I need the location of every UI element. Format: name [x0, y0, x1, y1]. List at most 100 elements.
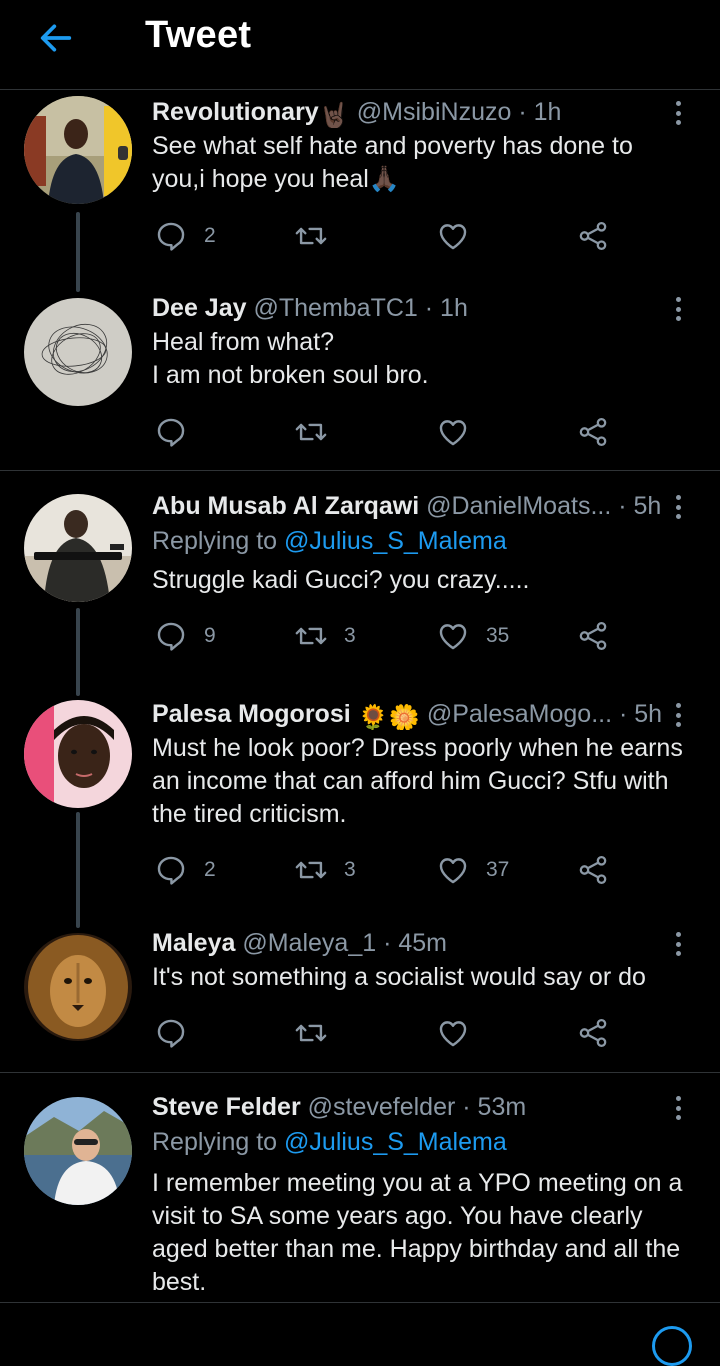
tweet-meta: Palesa Mogorosi 🌻🌼 @PalesaMogo... · 5h: [152, 698, 670, 730]
mention-link[interactable]: @Julius_S_Malema: [284, 527, 507, 555]
tweet-text: Struggle kadi Gucci? you crazy.....: [152, 566, 530, 594]
timestamp[interactable]: 45m: [398, 929, 447, 957]
heart-icon: [439, 1021, 467, 1047]
share-button[interactable]: [576, 616, 610, 656]
action-bar: 9 3 35: [152, 616, 622, 656]
more-options-button[interactable]: [666, 98, 690, 128]
avatar[interactable]: [24, 700, 132, 808]
avatar[interactable]: [24, 96, 132, 204]
timestamp[interactable]: 1h: [534, 98, 562, 126]
tweet-text: I remember meeting you at a YPO meeting …: [152, 1169, 683, 1296]
avatar[interactable]: [24, 298, 132, 406]
timestamp[interactable]: 53m: [478, 1093, 527, 1121]
action-bar: [152, 412, 622, 452]
action-bar: 2: [152, 216, 622, 256]
author-name[interactable]: Abu Musab Al Zarqawi: [152, 492, 419, 520]
like-button[interactable]: 37: [436, 850, 509, 890]
retweet-button[interactable]: 3: [294, 616, 356, 656]
more-options-button[interactable]: [666, 294, 690, 324]
retweet-icon: [295, 1024, 327, 1042]
reply-icon: [157, 856, 185, 885]
heart-icon: [439, 858, 467, 884]
like-count: 37: [486, 858, 510, 881]
heart-icon: [439, 224, 467, 250]
author-handle[interactable]: @ThembaTC1: [253, 294, 417, 322]
share-icon: [579, 221, 607, 251]
more-options-button[interactable]: [666, 1093, 690, 1123]
action-bar: [152, 1013, 622, 1053]
tweet-text: Heal from what? I am not broken soul bro…: [152, 328, 429, 389]
replying-to: Replying to @Julius_S_Malema: [152, 527, 507, 555]
author-handle[interactable]: @DanielMoats...: [426, 492, 611, 520]
timestamp[interactable]: 5h: [634, 492, 662, 520]
reply-button[interactable]: 2: [154, 216, 216, 256]
timestamp[interactable]: 1h: [440, 294, 468, 322]
tweet-meta: Dee Jay @ThembaTC1 · 1h: [152, 294, 468, 322]
retweet-icon: [295, 423, 327, 441]
tweet-meta: Steve Felder @stevefelder · 53m: [152, 1093, 527, 1121]
share-button[interactable]: [576, 850, 610, 890]
author-name[interactable]: Revolutionary: [152, 98, 319, 126]
share-icon: [579, 417, 607, 447]
retweet-button[interactable]: [294, 216, 344, 256]
mention-link[interactable]: @Julius_S_Malema: [284, 1128, 507, 1156]
avatar[interactable]: [24, 1097, 132, 1205]
retweet-button[interactable]: [294, 1013, 328, 1053]
avatar[interactable]: [24, 494, 132, 602]
author-emoji: 🌻🌼: [357, 704, 420, 730]
like-button[interactable]: [436, 216, 486, 256]
divider: [0, 470, 720, 471]
like-button[interactable]: [436, 1013, 470, 1053]
share-icon: [579, 621, 607, 651]
author-handle[interactable]: @stevefelder: [308, 1093, 456, 1121]
like-button[interactable]: [436, 412, 470, 452]
divider: [0, 1072, 720, 1073]
like-button[interactable]: 35: [436, 616, 509, 656]
tweet-meta: Maleya @Maleya_1 · 45m: [152, 929, 447, 957]
compose-button[interactable]: [652, 1326, 692, 1366]
page-title: Tweet: [145, 14, 252, 56]
back-button[interactable]: [34, 16, 78, 60]
tweet-text: Must he look poor? Dress poorly when he …: [152, 734, 683, 828]
author-name[interactable]: Dee Jay: [152, 294, 247, 322]
action-bar: 2 3 37: [152, 850, 622, 890]
reply-button[interactable]: 2: [154, 850, 216, 890]
reply-icon: [157, 1019, 185, 1048]
author-handle[interactable]: @MsibiNzuzo: [357, 98, 512, 126]
retweet-count: 3: [344, 624, 356, 647]
heart-icon: [439, 624, 467, 650]
share-button[interactable]: [576, 216, 610, 256]
more-options-button[interactable]: [666, 929, 690, 959]
reply-button[interactable]: 9: [154, 616, 216, 656]
author-handle[interactable]: @Maleya_1: [242, 929, 376, 957]
divider: [0, 1302, 720, 1303]
reply-button[interactable]: [154, 412, 188, 452]
share-button[interactable]: [576, 412, 610, 452]
reply-button[interactable]: [154, 1013, 188, 1053]
reply-icon: [157, 222, 185, 251]
retweet-count: 3: [344, 858, 356, 881]
heart-icon: [439, 420, 467, 446]
author-handle[interactable]: @PalesaMogo...: [427, 700, 612, 728]
thread-connector: [76, 812, 80, 928]
timestamp[interactable]: 5h: [634, 700, 662, 728]
retweet-icon: [295, 861, 327, 879]
author-name[interactable]: Palesa Mogorosi: [152, 700, 351, 728]
share-icon: [579, 1018, 607, 1048]
author-name[interactable]: Steve Felder: [152, 1093, 301, 1121]
reply-icon: [157, 622, 185, 651]
retweet-button[interactable]: [294, 412, 328, 452]
avatar[interactable]: [24, 933, 132, 1041]
reply-count: 9: [204, 624, 216, 647]
retweet-button[interactable]: 3: [294, 850, 356, 890]
author-emoji: 🤘🏿: [318, 102, 350, 128]
arrow-left-icon: [40, 24, 72, 52]
author-name[interactable]: Maleya: [152, 929, 235, 957]
reply-count: 2: [204, 858, 216, 881]
more-options-button[interactable]: [666, 492, 690, 522]
thread-connector: [76, 608, 80, 696]
share-button[interactable]: [576, 1013, 610, 1053]
thread-connector: [76, 212, 80, 292]
tweet-text: It's not something a socialist would say…: [152, 963, 646, 991]
more-options-button[interactable]: [666, 700, 690, 730]
